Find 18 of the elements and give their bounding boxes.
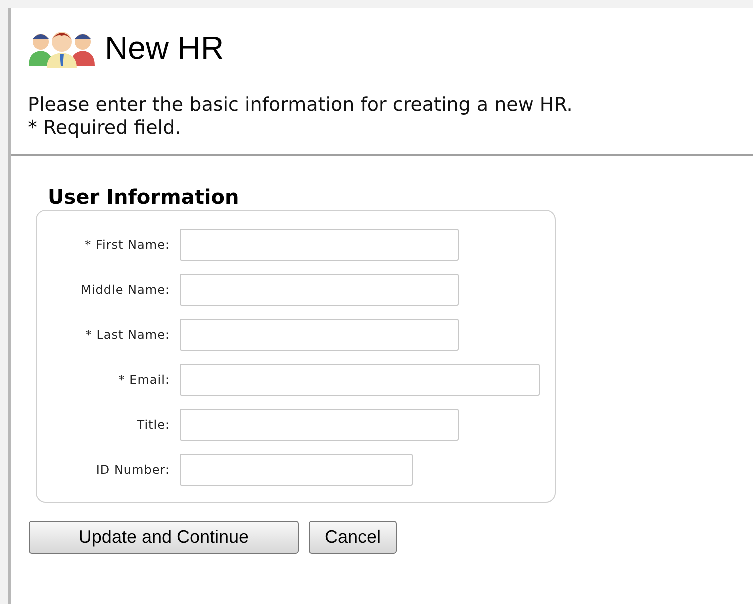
field-label: Middle Name: bbox=[80, 282, 170, 299]
input-field[interactable] bbox=[180, 454, 413, 486]
field-label: * First Name: bbox=[84, 237, 170, 254]
input-field[interactable] bbox=[180, 274, 459, 306]
page-title: New HR bbox=[105, 32, 224, 64]
input-field[interactable] bbox=[180, 319, 459, 351]
section-title: User Information bbox=[47, 184, 240, 210]
input-field[interactable] bbox=[180, 364, 540, 396]
field-label: * Email: bbox=[118, 372, 170, 389]
field-label: ID Number: bbox=[95, 462, 170, 479]
description-text: Please enter the basic information for creating a new HR. bbox=[27, 94, 574, 117]
required-note: * Required field. bbox=[27, 117, 182, 140]
input-field[interactable] bbox=[180, 409, 459, 441]
field-label: * Last Name: bbox=[84, 327, 170, 344]
update-button[interactable]: Update and Continue bbox=[29, 521, 299, 554]
input-field[interactable] bbox=[180, 229, 459, 261]
field-label: Title: bbox=[136, 417, 170, 434]
cancel-button[interactable]: Cancel bbox=[309, 521, 397, 554]
